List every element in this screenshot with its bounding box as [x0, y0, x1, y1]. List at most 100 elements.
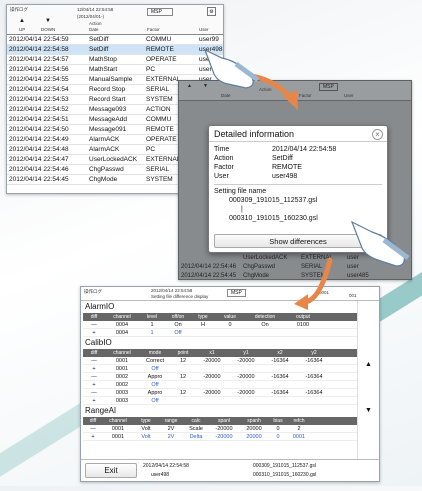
table-cell: -16364 — [271, 389, 289, 396]
up-arrow-icon[interactable]: ▲ — [19, 18, 25, 24]
down-arrow-icon: ▼ — [203, 83, 208, 89]
calibio-table: —0001 Correct 12 -20000 -20000 -16364 -16364 +0… — [81, 357, 379, 405]
file-label: Setting file name — [214, 188, 267, 195]
row-action: ChgMode — [243, 272, 270, 279]
action-row: Action SetDiff — [209, 154, 387, 163]
user-label: User — [214, 173, 229, 180]
scroll-up-icon[interactable]: ▲ — [365, 361, 372, 368]
log-row[interactable]: 2012/04/14 22:54:58 SetDiff REMOTE user498 — [7, 45, 223, 55]
header-range: (2012/04/01-) — [77, 14, 105, 19]
row-factor: OPERATE — [146, 56, 177, 63]
log-row[interactable]: 2012/04/14 22:54:59 SetDiff COMMU user99 — [7, 35, 223, 45]
table-cell: -20000 — [215, 433, 233, 440]
alarmio-table: — 0004 1 On H 0 On 0100 +0004 1 Off — [81, 321, 379, 337]
row-action: ChgPasswd — [89, 166, 124, 173]
column-header: value — [224, 314, 236, 320]
counter2: 001 — [349, 293, 357, 298]
down-label[interactable]: DOWN — [41, 27, 55, 32]
detail-screen: ▲ ▼ Date Action Factor User MSP UserLock… — [178, 80, 412, 280]
row-date: 2012/04/14 22:54:51 — [9, 116, 69, 123]
factor-value: REMOTE — [272, 164, 302, 171]
row-factor: REMOTE — [146, 46, 174, 53]
settings-icon[interactable]: ⚙ — [207, 7, 216, 16]
log-row[interactable]: 2012/04/14 22:54:57 MathStop OPERATE user97 — [7, 55, 223, 65]
row-action: ChgMode — [89, 176, 118, 183]
up-label[interactable]: UP — [19, 27, 25, 32]
up-arrow-icon: ▲ — [187, 83, 192, 89]
user-row: User user498 — [209, 172, 387, 181]
table-cell: Delta — [189, 433, 203, 440]
column-header: y1 — [243, 350, 249, 356]
column-header: type — [141, 418, 151, 424]
table-cell: 0001 — [111, 425, 125, 432]
down-arrow-icon[interactable]: ▼ — [45, 18, 51, 24]
table-row: — 0002 Appro 12 -20000 -20000 -16364 -16364 — [83, 373, 357, 381]
rangeai-table: — 0001 Volt 2V Scale -20000 20000 0 2 +0001 Volt 2V… — [81, 425, 379, 441]
time-row: Time 2012/04/14 22:54:58 — [209, 145, 387, 154]
column-header: channel — [109, 418, 127, 424]
table-row: — 0001 Correct 12 -20000 -20000 -16364 -16364 — [83, 357, 357, 365]
table-row: +0003 Off — [83, 397, 357, 405]
header-title: 操作ログ — [10, 7, 28, 12]
log-list-dimmed: UserLockedACK EXTERNAL user 2012/04/14 22:5… — [179, 253, 411, 279]
counter: 0001 — [319, 290, 330, 295]
time-label: Time — [214, 146, 230, 153]
column-header: range — [164, 418, 178, 424]
table-cell: — — [91, 321, 97, 328]
header-time: 12/04/14 22:54:58 — [77, 7, 114, 12]
factor-label: Factor — [214, 164, 234, 171]
table-cell: 0001 — [115, 357, 129, 364]
header-subtitle: Setting file difference display — [151, 294, 209, 299]
detail-dialog: Detailed information × Time 2012/04/14 22… — [208, 125, 388, 253]
row-date: 2012/04/14 22:54:58 — [9, 46, 69, 53]
row-factor: PC — [146, 66, 156, 73]
table-row: — 0004 1 On H 0 On 0100 — [83, 321, 357, 329]
table-cell: 2V — [167, 433, 175, 440]
row-action: ChgPasswd — [243, 263, 276, 270]
table-cell: + — [92, 365, 96, 372]
column-header: spanh — [247, 418, 261, 424]
log-row[interactable]: 2012/04/14 22:54:56 MathStart PC user — [7, 65, 223, 75]
show-differences-button[interactable]: Show differences — [214, 234, 382, 248]
badge: MSP — [227, 289, 246, 297]
table-cell: On — [174, 321, 182, 328]
row-date: 2012/04/14 22:54:53 — [9, 96, 69, 103]
column-header: point — [177, 350, 189, 356]
col-factor: Factor — [147, 27, 160, 32]
log-header: 操作ログ 12/04/14 22:54:58 (2012/04/01-) MSP… — [7, 5, 223, 35]
row-action: UserLockedACK — [243, 254, 288, 261]
scroll-down-icon[interactable]: ▼ — [365, 407, 372, 414]
table-cell: + — [92, 329, 96, 336]
calibio-header: diff channel mode point x1 y1 x2 y2 — [83, 349, 357, 357]
table-cell: -20000 — [203, 357, 221, 364]
table-row: +0001 Volt 2V Delta -20000 20000 0 0001 — [83, 433, 357, 441]
table-cell: 12 — [179, 357, 187, 364]
row-date: 2012/04/14 22:54:52 — [9, 106, 69, 113]
file-2: 000310_191015_160230.gsl — [229, 215, 318, 222]
exit-button[interactable]: Exit — [85, 463, 137, 478]
row-user: user498 — [199, 46, 223, 53]
table-cell: Volt — [141, 425, 151, 432]
row-date: 2012/04/14 22:54:47 — [9, 156, 69, 163]
table-cell: 0002 — [115, 381, 129, 388]
row-user: user97 — [199, 56, 219, 63]
col-factor: Factor — [299, 93, 312, 98]
table-cell: + — [92, 381, 96, 388]
column-header: detection — [254, 314, 276, 320]
action-value: SetDiff — [272, 155, 293, 162]
table-cell: 0004 — [115, 321, 129, 328]
col-date: Date — [89, 27, 99, 32]
scrollbar[interactable]: ▲ ▼ — [357, 301, 379, 459]
table-cell: 12 — [179, 373, 187, 380]
table-cell: On — [261, 321, 269, 328]
table-cell: -16364 — [271, 357, 289, 364]
row-user: user — [347, 254, 359, 261]
col-user: User — [199, 27, 209, 32]
row-action: MathStop — [89, 56, 117, 63]
row-action: Message093 — [89, 106, 127, 113]
close-icon[interactable]: × — [372, 129, 383, 140]
column-header: calc — [191, 418, 201, 424]
column-header: y2 — [311, 350, 317, 356]
row-date: 2012/04/14 22:54:46 — [9, 166, 69, 173]
header-left: 操作ログ — [84, 289, 102, 294]
